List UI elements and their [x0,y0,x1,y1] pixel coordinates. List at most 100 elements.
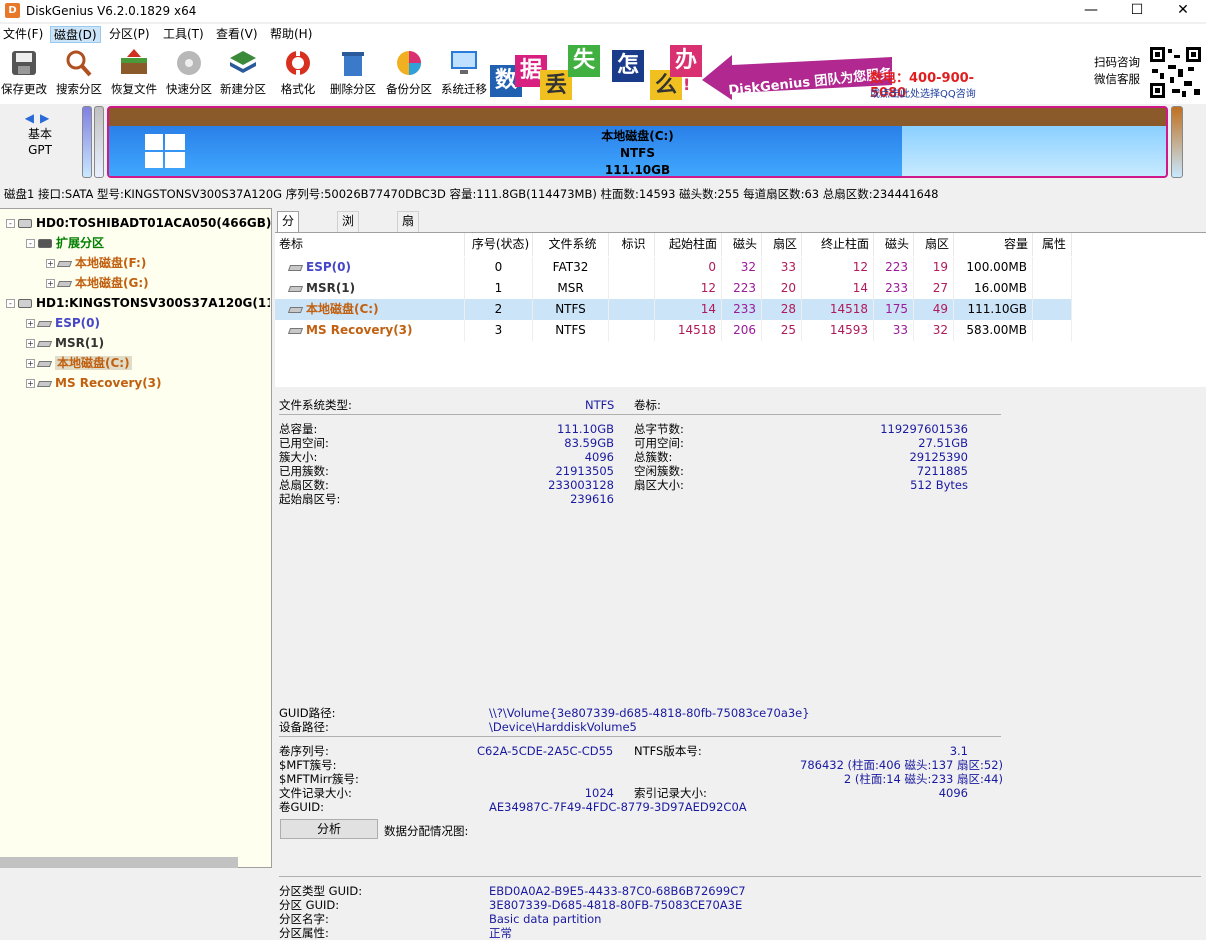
trash-icon [342,52,364,76]
menu-view[interactable]: 查看(V) [213,26,261,43]
detail-label: 起始扇区号: [279,492,341,506]
tree-partition-esp[interactable]: + ESP(0) [26,314,100,332]
index-record-size-value: 4096 [938,786,968,800]
column-header[interactable]: 容量 [954,233,1033,256]
expand-icon[interactable]: + [26,359,35,368]
column-header[interactable]: 扇区 [762,233,802,256]
expand-icon[interactable]: + [26,379,35,388]
column-header[interactable]: 文件系统 [533,233,609,256]
menu-file[interactable]: 文件(F) [0,26,46,43]
menu-help[interactable]: 帮助(H) [267,26,315,43]
disk-nav-arrows-icon[interactable]: ◀▶ [20,110,60,126]
mftmirr-value: 2 (柱面:14 磁头:233 扇区:44) [843,772,1003,786]
column-header[interactable]: 起始柱面 [655,233,722,256]
system-migration-label: 系统迁移 [441,82,487,96]
partition-label: MSR(1) [306,281,356,295]
quick-partition-button[interactable]: 快速分区 [163,44,215,102]
partition-type-guid-value: EBD0A0A2-B9E5-4433-87C0-68B6B72699C7 [489,884,746,898]
tree-disk-hd1[interactable]: - HD1:KINGSTONSV300S37A120G(112GB) [6,294,270,312]
table-row[interactable]: ESP(0) 0 FAT32 0 32 33 12 223 19 100.00MB [275,257,1072,278]
tree-disk-hd0[interactable]: - HD0:TOSHIBADT01ACA050(466GB) [6,214,271,232]
partition-icon [56,280,73,287]
cell-fs: FAT32 [533,257,609,278]
partition-icon [287,264,304,271]
partition-details: 文件系统类型: NTFS 卷标: 总容量: 111.10GB 已用空间: 83.59G… [275,388,1206,940]
column-header[interactable]: 卷标 [275,233,465,256]
recover-files-button[interactable]: 恢复文件 [108,44,160,102]
tree-extended-partition[interactable]: - 扩展分区 [26,234,104,252]
partition-icon [36,320,53,327]
column-header[interactable]: 扇区 [914,233,954,256]
search-partition-button[interactable]: 搜索分区 [53,44,105,102]
system-migration-button[interactable]: 系统迁移 [438,44,490,102]
fs-type-label: 文件系统类型: [279,398,352,412]
column-header[interactable]: 属性 [1033,233,1072,256]
table-row[interactable]: 本地磁盘(C:) 2 NTFS 14 233 28 14518 175 49 111.10GB [275,299,1072,320]
qr-line2: 微信客服 [1094,72,1140,86]
tab-sector-edit[interactable]: 扇区编辑 [397,211,420,285]
volume-guid-label: 卷GUID: [279,800,324,814]
cell-attr [1033,257,1072,278]
tree-partition-g[interactable]: + 本地磁盘(G:) [46,274,149,292]
cell-attr [1033,320,1072,341]
format-button[interactable]: 格式化 [276,44,320,102]
close-button[interactable]: ✕ [1160,0,1206,22]
cell-fs: NTFS [533,320,609,341]
expand-icon[interactable]: + [46,259,55,268]
tab-browse-files[interactable]: 浏览文件 [337,211,360,285]
cell-flag [609,299,655,320]
table-row[interactable]: MSR(1) 1 MSR 12 223 20 14 233 27 16.00MB [275,278,1072,299]
qr-code-icon[interactable] [1148,45,1203,100]
expand-icon[interactable]: + [46,279,55,288]
analyze-button[interactable]: 分析 [280,819,378,839]
disk-map-recovery-sliver[interactable] [1171,106,1183,178]
menu-disk[interactable]: 磁盘(D) [50,26,101,43]
cell-sh: 233 [722,299,762,320]
cell-seq: 3 [465,320,533,341]
column-header[interactable]: 终止柱面 [802,233,874,256]
cell-sh: 32 [722,257,762,278]
partition-attr-value: 正常 [489,926,512,940]
column-header[interactable]: 标识 [609,233,655,256]
cell-sh: 206 [722,320,762,341]
expand-icon[interactable]: + [26,319,35,328]
table-row[interactable]: MS Recovery(3) 3 NTFS 14518 206 25 14593 33 32 58… [275,320,1072,341]
banner-char: 失 [568,45,600,77]
tab-partition-params[interactable]: 分区参数 [277,211,300,285]
file-record-size-label: 文件记录大小: [279,786,352,800]
tree-partition-c[interactable]: + 本地磁盘(C:) [26,354,132,372]
cell-ss: 25 [762,320,802,341]
partition-bar-c[interactable]: 本地磁盘(C:) NTFS 111.10GB [107,106,1168,178]
minimize-button[interactable]: — [1068,0,1114,22]
volume-guid-value: AE34987C-7F49-4FDC-8779-3D97AED92C0A [489,800,747,814]
tree-partition-msr[interactable]: + MSR(1) [26,334,104,352]
detail-label: 总容量: [279,422,318,436]
tree-horizontal-scrollbar[interactable] [0,857,238,868]
partition-label-cell: MSR(1) [275,278,465,299]
detail-value: 119297601536 [880,422,968,436]
tree-partition-recovery[interactable]: + MS Recovery(3) [26,374,162,392]
new-partition-button[interactable]: 新建分区 [217,44,269,102]
disk-map-msr-sliver[interactable] [94,106,104,178]
collapse-icon[interactable]: - [6,299,15,308]
column-header[interactable]: 磁头 [874,233,914,256]
menu-partition[interactable]: 分区(P) [106,26,153,43]
backup-partition-button[interactable]: 备份分区 [383,44,435,102]
promo-banner[interactable]: 数 据 丢 失 怎 么 办 ! DiskGenius 团队为您服务 数电：400… [490,45,990,100]
collapse-icon[interactable]: - [6,219,15,228]
collapse-icon[interactable]: - [26,239,35,248]
maximize-button[interactable]: ☐ [1114,0,1160,22]
delete-partition-button[interactable]: 删除分区 [328,44,378,102]
tree-partition-f[interactable]: + 本地磁盘(F:) [46,254,146,272]
partition-type-guid-label: 分区类型 GUID: [279,884,363,898]
detail-value: 239616 [570,492,614,506]
save-changes-button[interactable]: 保存更改 [0,44,48,102]
backup-icon [397,51,421,75]
expand-icon[interactable]: + [26,339,35,348]
column-header[interactable]: 序号(状态) [465,233,533,256]
search-partition-label: 搜索分区 [56,82,102,96]
detail-value: 83.59GB [564,436,614,450]
disk-map-left-slivers[interactable] [82,106,92,178]
column-header[interactable]: 磁头 [722,233,762,256]
menu-tools[interactable]: 工具(T) [160,26,207,43]
